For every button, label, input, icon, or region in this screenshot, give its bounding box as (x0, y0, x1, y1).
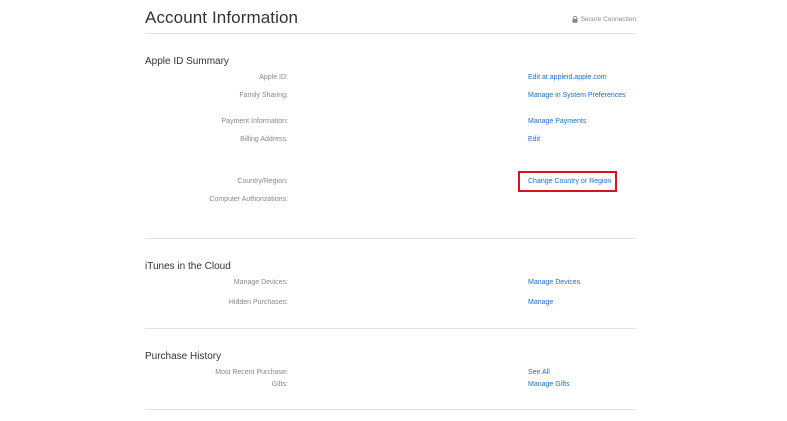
gifts-label: Gifts: (271, 381, 288, 388)
see-all-purchases-link[interactable]: See All (528, 368, 550, 378)
manage-devices-link[interactable]: Manage Devices (528, 278, 580, 288)
family-sharing-label: Family Sharing: (239, 92, 288, 99)
page-title: Account Information (145, 8, 299, 27)
edit-apple-id-link[interactable]: Edit at appleid.apple.com (528, 73, 607, 83)
hidden-purchases-label: Hidden Purchases: (228, 299, 288, 306)
divider (145, 409, 636, 410)
lock-icon (572, 16, 578, 23)
section-title-purchase-history: Purchase History (145, 351, 222, 362)
divider (145, 238, 636, 239)
country-region-label: Country/Region: (237, 178, 288, 185)
edit-billing-address-link[interactable]: Edit (528, 135, 540, 145)
manage-payments-link[interactable]: Manage Payments (528, 117, 586, 127)
apple-id-label: Apple ID: (259, 74, 288, 81)
secure-connection-label: Secure Connection (580, 16, 636, 23)
section-title-apple-id-summary: Apple ID Summary (145, 56, 229, 67)
divider (145, 328, 636, 329)
secure-connection-indicator: Secure Connection (572, 15, 636, 24)
billing-address-label: Billing Address: (240, 136, 288, 143)
divider (145, 33, 636, 34)
section-title-itunes-in-the-cloud: iTunes in the Cloud (145, 261, 231, 272)
manage-hidden-purchases-link[interactable]: Manage (528, 298, 553, 308)
most-recent-purchase-label: Most Recent Purchase: (215, 369, 288, 376)
highlight-box (518, 171, 617, 192)
manage-devices-label: Manage Devices: (233, 279, 288, 286)
manage-family-sharing-link[interactable]: Manage in System Preferences (528, 91, 626, 101)
account-information-page: Account Information Secure Connection Ap… (0, 0, 787, 421)
manage-gifts-link[interactable]: Manage Gifts (528, 380, 570, 390)
payment-information-label: Payment Information: (221, 118, 288, 125)
computer-authorizations-label: Computer Authorizations: (209, 196, 288, 203)
